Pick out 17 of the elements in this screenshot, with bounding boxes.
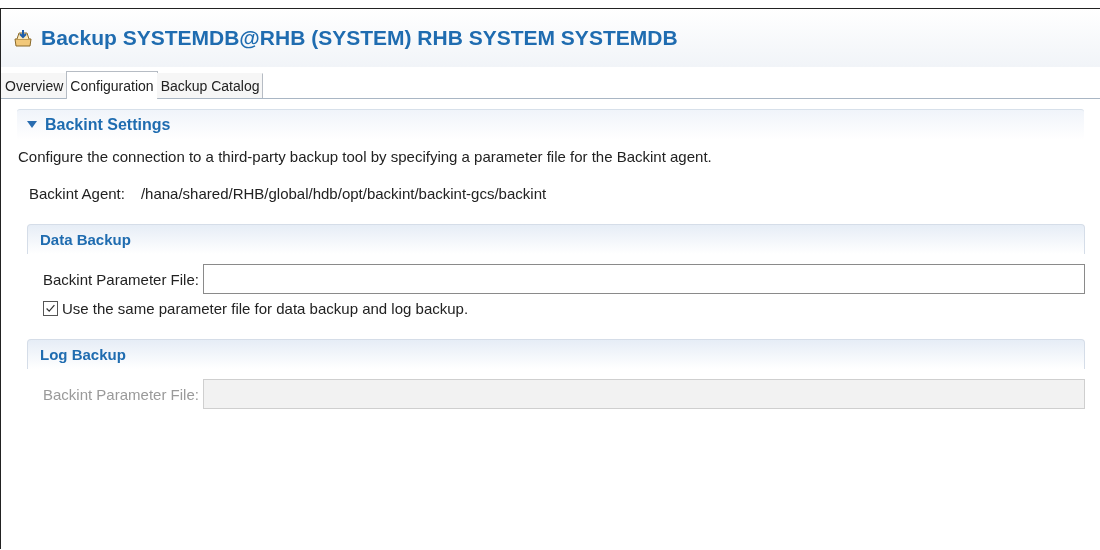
group-header: Log Backup bbox=[27, 339, 1085, 369]
tab[interactable]: Backup Catalog bbox=[156, 73, 264, 98]
field-label: Backint Parameter File: bbox=[43, 270, 199, 288]
backup-drive-icon bbox=[13, 28, 33, 48]
checkbox[interactable] bbox=[43, 301, 58, 316]
parameter-file-field[interactable] bbox=[202, 264, 1085, 294]
field-label: Backint Agent: bbox=[29, 185, 125, 202]
editor-title: Backup SYSTEMDB@RHB (SYSTEM) RHB SYSTEM SYSTEMDB bbox=[41, 26, 678, 50]
tab[interactable]: Overview bbox=[1, 73, 68, 98]
section-description: Configure the connection to a third-party backup tool by specifying a parameter file for the Backint agent. bbox=[18, 148, 713, 165]
section-title[interactable]: Backint Settings bbox=[45, 116, 171, 134]
group-header: Data Backup bbox=[27, 224, 1085, 254]
expand-arrow-icon[interactable] bbox=[27, 121, 37, 129]
field-label: Backint Parameter File: bbox=[43, 385, 199, 403]
agent-path: /hana/shared/RHB/global/hdb/opt/backint/backint-gcs/backint bbox=[140, 185, 547, 202]
tab[interactable]: Configuration bbox=[66, 71, 158, 99]
checkbox-label[interactable]: Use the same parameter file for data backup and log backup. bbox=[62, 300, 469, 317]
